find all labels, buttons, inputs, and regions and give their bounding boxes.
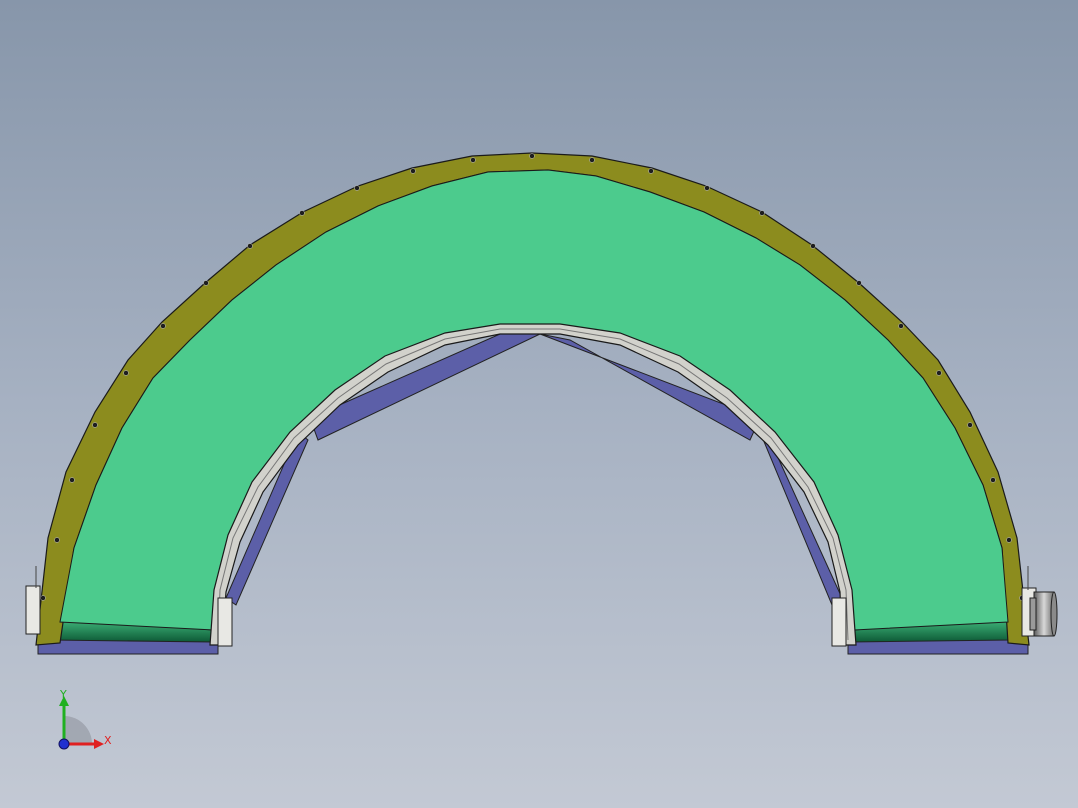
cad-viewport[interactable]: Y X bbox=[0, 0, 1078, 808]
bracket-right-inner bbox=[831, 597, 847, 647]
conveyor-belt bbox=[59, 169, 1009, 631]
x-axis-label: X bbox=[104, 734, 112, 747]
z-axis-icon bbox=[58, 738, 70, 750]
bracket-left-outer bbox=[25, 585, 41, 635]
bracket-left-inner bbox=[217, 597, 233, 647]
triad-arc bbox=[64, 716, 92, 744]
coordinate-triad: Y X bbox=[58, 688, 112, 750]
y-axis-label: Y bbox=[59, 688, 67, 701]
motor-icon[interactable] bbox=[1029, 591, 1058, 637]
